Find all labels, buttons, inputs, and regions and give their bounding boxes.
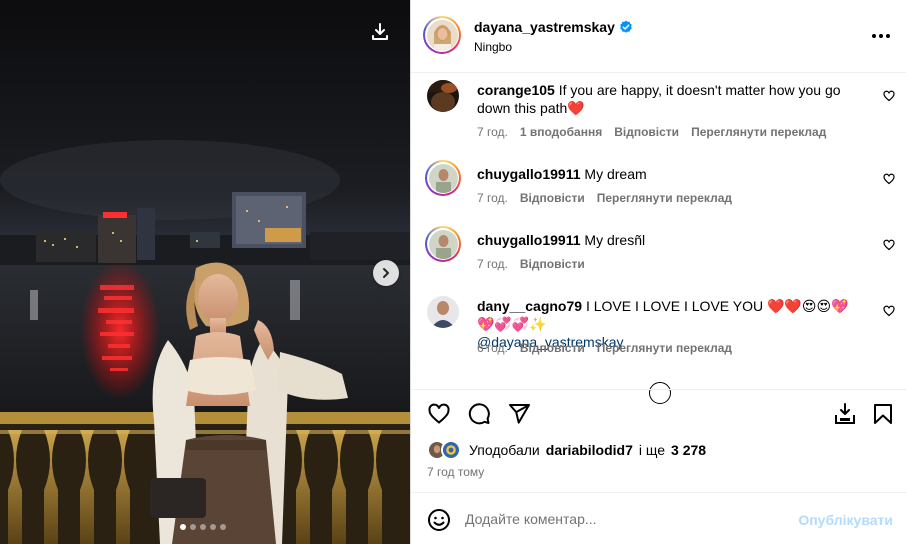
reply-button[interactable]: Відповісти	[614, 125, 679, 139]
verified-badge-icon	[620, 20, 632, 33]
heart-icon[interactable]	[883, 173, 895, 185]
carousel-dot	[220, 524, 226, 530]
comment-time[interactable]: 6 год.	[477, 341, 508, 355]
translate-button[interactable]: Переглянути переклад	[597, 191, 732, 205]
likes-suffix: і ще	[638, 442, 666, 458]
comment-username[interactable]: chuygallo19911	[477, 166, 581, 182]
author-username[interactable]: dayana_yastremskay	[474, 19, 615, 35]
carousel-dot	[210, 524, 216, 530]
avatar[interactable]	[425, 226, 461, 262]
download-icon[interactable]	[368, 20, 392, 44]
carousel-dot	[200, 524, 206, 530]
liker-avatars[interactable]	[427, 440, 463, 460]
save-to-collection-icon[interactable]	[833, 402, 857, 426]
bookmark-icon[interactable]	[871, 402, 895, 426]
comment-meta: 6 год. Відповісти Переглянути переклад	[477, 341, 732, 355]
avatar[interactable]	[425, 160, 461, 196]
comment-username[interactable]: corange105	[477, 82, 555, 98]
comment-username[interactable]: dany__cagno79	[477, 298, 582, 314]
reply-button[interactable]: Відповісти	[520, 191, 585, 205]
likes-count[interactable]: 3 278	[671, 442, 706, 458]
carousel-indicator	[180, 524, 226, 530]
carousel-dot	[190, 524, 196, 530]
chevron-right-icon	[383, 268, 389, 278]
comment-input[interactable]	[465, 507, 785, 531]
like-icon[interactable]	[427, 402, 451, 426]
comment-username[interactable]: chuygallo19911	[477, 232, 581, 248]
translate-button[interactable]: Переглянути переклад	[691, 125, 826, 139]
post-details-panel: dayana_yastremskay Ningbo corange105 If …	[410, 0, 906, 544]
likes-summary: Уподобали dariabilodid7 і ще 3 278	[427, 440, 706, 460]
heart-icon[interactable]	[883, 90, 895, 102]
post-photo[interactable]	[0, 0, 410, 544]
more-options-icon[interactable]	[869, 26, 893, 46]
comment-meta: 7 год. 1 вподобання Відповісти Перегляну…	[477, 125, 826, 139]
avatar	[426, 19, 458, 51]
comment-meta: 7 год. Відповісти Переглянути переклад	[477, 191, 732, 205]
heart-icon[interactable]	[883, 305, 895, 317]
carousel-dot	[180, 524, 186, 530]
comment-time[interactable]: 7 год.	[477, 191, 508, 205]
action-bar	[411, 389, 906, 437]
share-icon[interactable]	[507, 402, 531, 426]
avatar	[441, 440, 461, 460]
liker-username[interactable]: dariabilodid7	[546, 442, 633, 458]
heart-icon[interactable]	[883, 239, 895, 251]
translate-button[interactable]: Переглянути переклад	[597, 341, 732, 355]
comment-likes[interactable]: 1 вподобання	[520, 125, 602, 139]
comment-time[interactable]: 7 год.	[477, 257, 508, 271]
comment-icon[interactable]	[467, 402, 491, 426]
next-slide-button[interactable]	[373, 260, 399, 286]
reply-button[interactable]: Відповісти	[520, 257, 585, 271]
comment-time[interactable]: 7 год.	[477, 125, 508, 139]
post-location[interactable]: Ningbo	[474, 40, 512, 54]
publish-button[interactable]: Опублікувати	[798, 512, 893, 528]
add-comment-bar: Опублікувати	[411, 492, 906, 544]
author-avatar[interactable]	[423, 16, 461, 54]
comments-list[interactable]: corange105 If you are happy, it doesn't …	[411, 73, 906, 389]
emoji-icon[interactable]	[427, 508, 451, 532]
post-header: dayana_yastremskay Ningbo	[411, 0, 906, 73]
avatar[interactable]	[427, 80, 459, 112]
likes-prefix: Уподобали	[469, 442, 540, 458]
photo-image	[0, 0, 410, 544]
comment-meta: 7 год. Відповісти	[477, 257, 585, 271]
avatar[interactable]	[427, 296, 459, 328]
post-timestamp[interactable]: 7 год тому	[427, 465, 484, 479]
comment-text: My dream	[584, 166, 647, 182]
reply-button[interactable]: Відповісти	[520, 341, 585, 355]
comment-text: My dresñl	[584, 232, 646, 248]
